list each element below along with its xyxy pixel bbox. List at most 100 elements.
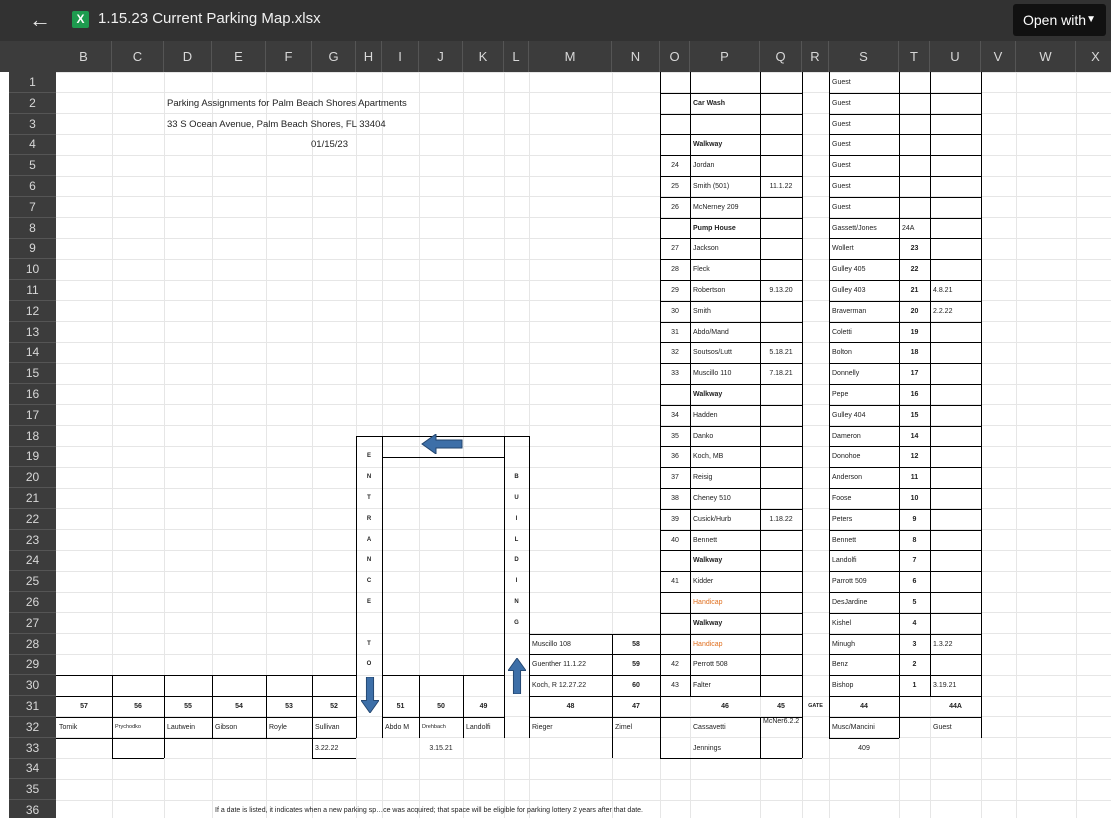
row-header-14: 14: [9, 342, 56, 364]
space-border: [829, 300, 981, 302]
space-number: 32: [671, 349, 679, 357]
row-header-17: 17: [9, 405, 56, 426]
space-border: [829, 737, 899, 739]
assignee-name: Gulley 404: [832, 411, 866, 419]
space-number: 53: [285, 703, 293, 710]
column-header-X: X: [1076, 41, 1111, 72]
space-border: [660, 259, 802, 261]
space-number: 50: [437, 703, 445, 710]
row-header-3: 3: [9, 114, 56, 135]
column-header-L: L: [504, 41, 529, 72]
assignee-name: Bolton: [832, 349, 852, 357]
space-border: [829, 217, 981, 219]
assignee-name: McNerney 209: [693, 203, 739, 211]
space-number: 34: [671, 411, 679, 419]
assignee-name: Jordan: [693, 162, 715, 170]
row-header-31: 31: [9, 696, 56, 717]
assignee-name: Cassavetti: [693, 723, 726, 731]
space-number: 28: [671, 266, 679, 274]
assignee-name: Peters: [832, 515, 853, 523]
column-header-bar: BCDEFGHIJKLMNOPQRSTUVWX: [0, 41, 1111, 72]
space-number: 42: [671, 661, 679, 669]
space-border: [829, 633, 981, 635]
column-header-U: U: [930, 41, 981, 72]
assignee-name: Muscillo 108: [532, 640, 571, 648]
back-arrow-icon[interactable]: ←: [24, 6, 56, 34]
assignee-name: Kishel: [832, 619, 852, 627]
space-number: 41: [671, 578, 679, 586]
column-header-G: G: [312, 41, 356, 72]
space-number: 59: [632, 661, 640, 669]
space-number: 57: [80, 703, 88, 710]
assignee-name: Donohoe: [832, 453, 861, 461]
space-border: [660, 196, 802, 198]
space-number: 25: [671, 183, 679, 190]
space-border: [382, 675, 504, 677]
space-number: 6: [912, 578, 917, 586]
space-border: [419, 675, 420, 738]
assignee-name: Dameron: [832, 432, 861, 440]
sheet-address: 33 S Ocean Avenue, Palm Beach Shores, FL…: [167, 118, 386, 130]
space-border: [981, 72, 982, 738]
space-border: [312, 737, 313, 759]
row-header-27: 27: [9, 613, 56, 634]
column-header-K: K: [463, 41, 504, 72]
column-header-R: R: [802, 41, 829, 72]
assignee-extra: 3.22.22: [315, 744, 339, 752]
assignee-extra: Jennings: [693, 744, 722, 752]
space-number: 37: [671, 474, 679, 482]
space-number: 8: [912, 536, 917, 544]
space-border: [829, 384, 981, 385]
assignee-name: Walkway: [693, 141, 723, 149]
acquired-date: 2.2.22: [933, 307, 953, 315]
column-header-J: J: [419, 41, 463, 72]
space-border: [660, 155, 802, 157]
space-number: 21: [910, 287, 919, 294]
assignee-name: Foose: [832, 495, 852, 502]
assignee-name: Gulley 403: [832, 287, 866, 294]
column-header-I: I: [382, 41, 419, 72]
column-header-W: W: [1016, 41, 1076, 72]
space-number: 20: [910, 307, 919, 315]
space-border: [829, 488, 981, 489]
assignee-extra: 409: [858, 744, 870, 752]
assignee-name: Pepe: [832, 391, 849, 398]
assignee-name: Minugh: [832, 640, 855, 648]
row-header-8: 8: [9, 218, 56, 239]
assignee-name: Gulley 405: [832, 266, 866, 274]
assignee-name: Cheney 510: [693, 495, 731, 502]
space-number: 35: [671, 432, 679, 440]
gate-label: GATE: [808, 703, 823, 709]
acquired-date: 1.3.22: [933, 640, 953, 648]
entrance-letter: T: [367, 640, 371, 647]
caret-down-icon: ▼: [1086, 14, 1096, 25]
assignee-name: Cusick/Hurb: [693, 515, 732, 523]
assignee-name: Prychodko: [115, 723, 141, 730]
row-header-22: 22: [9, 509, 56, 530]
space-border: [660, 675, 802, 677]
building-letter: L: [514, 536, 519, 543]
space-border: [829, 72, 830, 738]
space-number: 55: [184, 703, 192, 710]
space-border: [660, 467, 802, 469]
assignee-name: Tomik: [59, 723, 78, 731]
space-border: [56, 716, 356, 718]
space-number: 44A: [949, 703, 962, 710]
assignee-name: Smith: [693, 307, 711, 315]
space-border: [660, 72, 661, 696]
space-number: 48: [566, 703, 575, 710]
row-header-18: 18: [9, 426, 56, 447]
footnote: If a date is listed, it indicates when a…: [215, 807, 644, 814]
acquired-date: 4.8.21: [933, 287, 953, 294]
row-header-4: 4: [9, 134, 56, 156]
left-arrow-icon: [421, 433, 463, 454]
building-letter: I: [515, 578, 518, 585]
space-border: [829, 529, 981, 531]
assignee-name: Car Wash: [693, 99, 726, 107]
assignee-name: Musc/Mancini: [832, 723, 875, 731]
viewer-topbar: ← X 1.15.23 Current Parking Map.xlsx Ope…: [0, 0, 1111, 41]
gridline: [56, 778, 1111, 780]
row-header-10: 10: [9, 259, 56, 281]
acquired-date: 11.1.22: [769, 183, 793, 190]
open-with-button[interactable]: Open with ▼: [1013, 4, 1106, 36]
